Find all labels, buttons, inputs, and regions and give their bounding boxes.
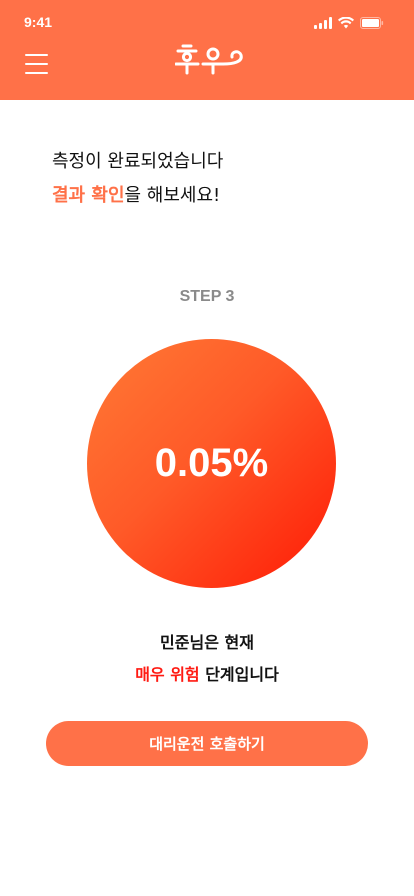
result-check-highlight: 결과 확인 (52, 185, 125, 206)
status-time: 9:41 (24, 14, 53, 30)
result-line-2: 매우 위험 단계입니다 (0, 659, 414, 691)
call-designated-driver-button[interactable]: 대리운전 호출하기 (46, 721, 368, 766)
logo-mark (174, 44, 243, 75)
measurement-value: 0.05% (154, 441, 269, 485)
status-icons (314, 15, 384, 29)
message-line-2: 결과 확인을 해보세요! (52, 179, 372, 213)
app-logo[interactable] (174, 42, 247, 78)
risk-level: 매우 위험 (135, 665, 200, 684)
step-label: STEP 3 (179, 288, 235, 305)
menu-button[interactable] (25, 54, 48, 74)
battery-icon (360, 17, 384, 29)
hamburger-menu-icon (25, 54, 48, 56)
completion-message: 측정이 완료되었습니다 결과 확인을 해보세요! (52, 145, 372, 213)
wifi-icon (338, 17, 354, 29)
app-header: 9:41 (0, 0, 414, 100)
message-line-2-rest: 을 해보세요! (124, 185, 221, 206)
measurement-circle: 0.05% (87, 339, 336, 588)
message-line-1: 측정이 완료되었습니다 (52, 151, 224, 172)
signal-icon (314, 17, 332, 29)
result-line-1: 민준님은 현재 (160, 633, 254, 652)
result-line-2-rest: 단계입니다 (199, 665, 279, 684)
result-message: 민준님은 현재 매우 위험 단계입니다 (0, 627, 414, 691)
